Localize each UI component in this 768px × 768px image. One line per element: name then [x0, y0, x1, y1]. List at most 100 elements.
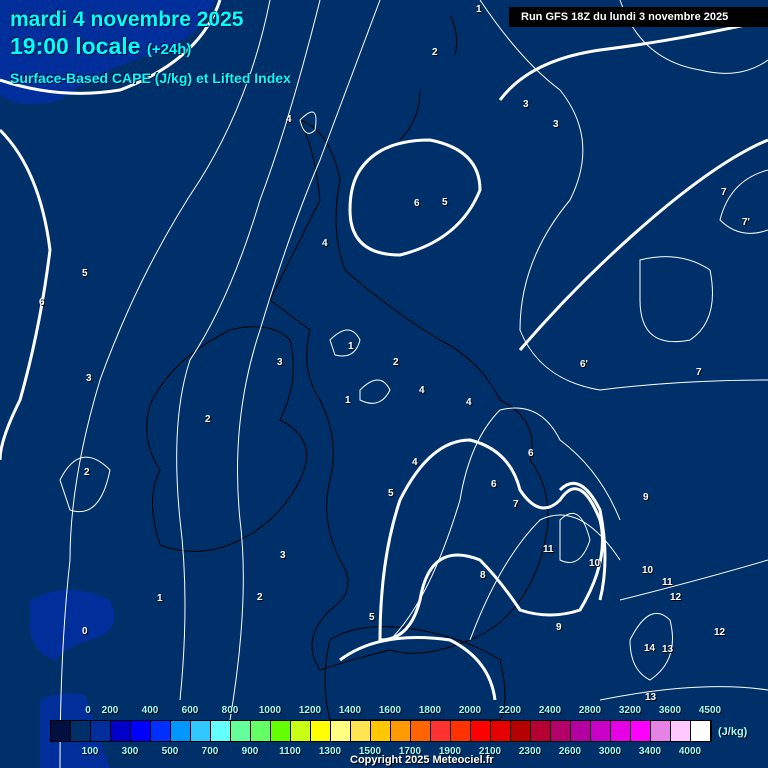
legend-color-box: [611, 721, 631, 741]
contour-label: 7: [696, 367, 702, 378]
contour-label: 4: [466, 397, 472, 408]
legend-color-box: [111, 721, 131, 741]
legend-color-box: [411, 721, 431, 741]
legend-color-box: [231, 721, 251, 741]
legend-color-box: [191, 721, 211, 741]
contour-label: 1: [345, 395, 351, 406]
legend-bottom-label: 3400: [638, 746, 662, 757]
contour-label: 2: [432, 47, 438, 58]
contour-label: 2: [393, 357, 399, 368]
legend-bottom-label: 2300: [518, 746, 542, 757]
legend-bottom-label: 4000: [678, 746, 702, 757]
legend-bottom-label: 3000: [598, 746, 622, 757]
contour-label: 6': [580, 359, 588, 370]
contour-label: 6: [528, 448, 534, 459]
legend-color-box: [651, 721, 671, 741]
contour-label: 2: [205, 414, 211, 425]
contour-label: 3: [277, 357, 283, 368]
contour-label: 7': [742, 217, 750, 228]
forecast-date: mardi 4 novembre 2025: [10, 8, 244, 31]
legend-color-box: [291, 721, 311, 741]
contour-label: 7: [721, 187, 727, 198]
contour-label: 5: [369, 612, 375, 623]
lead-time: (+24h): [146, 41, 192, 58]
legend-bottom-label: 900: [241, 746, 259, 757]
legend-color-box: [211, 721, 231, 741]
contour-label: 0: [82, 626, 88, 637]
local-time: 19:00 locale: [10, 33, 141, 59]
legend-top-label: 2800: [578, 705, 602, 716]
legend-unit: (J/kg): [718, 726, 748, 738]
contour-label: 9: [643, 492, 649, 503]
legend-color-box: [151, 721, 171, 741]
contour-label: 3: [523, 99, 529, 110]
legend-color-box: [271, 721, 291, 741]
contour-label: 10: [589, 558, 601, 569]
contour-label: 3: [553, 119, 559, 130]
legend-color-box: [571, 721, 591, 741]
contour-label: 1: [348, 341, 354, 352]
legend-color-box: [691, 721, 711, 741]
legend-top-label: 600: [181, 705, 199, 716]
contour-label: 13: [662, 644, 674, 655]
legend-color-box: [491, 721, 511, 741]
contour-label: 3: [280, 550, 286, 561]
legend-color-box: [131, 721, 151, 741]
contour-label: 4: [412, 457, 418, 468]
contour-label: 9: [556, 622, 562, 633]
legend-color-box: [531, 721, 551, 741]
contour-label: 7: [513, 499, 519, 510]
legend-bottom-label: 2600: [558, 746, 582, 757]
legend-color-box: [591, 721, 611, 741]
legend-top-label: 200: [101, 705, 119, 716]
legend-color-box: [391, 721, 411, 741]
legend-color-box: [671, 721, 691, 741]
contour-label: 4: [419, 385, 425, 396]
legend-color-box: [171, 721, 191, 741]
legend-bottom-label: 300: [121, 746, 139, 757]
legend-top-label: 1000: [258, 705, 282, 716]
contour-label: 6: [39, 297, 45, 308]
contour-label: 2: [257, 592, 263, 603]
contour-label: 5: [82, 268, 88, 279]
legend-top-label: 400: [141, 705, 159, 716]
legend-color-box: [51, 721, 71, 741]
legend-top-label: 3600: [658, 705, 682, 716]
legend-color-box: [351, 721, 371, 741]
contour-label: 5: [388, 488, 394, 499]
legend-bottom-label: 1300: [318, 746, 342, 757]
contour-label: 12: [714, 627, 726, 638]
copyright: Copyright 2025 Meteociel.fr: [350, 754, 494, 766]
contour-label: 4: [322, 238, 328, 249]
legend-top-label: 3200: [618, 705, 642, 716]
legend-bottom-label: 100: [81, 746, 99, 757]
parameter-title: Surface-Based CAPE (J/kg) et Lifted Inde…: [10, 70, 291, 86]
legend-color-box: [251, 721, 271, 741]
legend-top-label: 4500: [698, 705, 722, 716]
legend-top-label: 0: [85, 705, 91, 716]
cape-color-legend: [50, 720, 712, 742]
contour-label: 1: [476, 4, 482, 15]
legend-color-box: [331, 721, 351, 741]
contour-label: 8: [480, 570, 486, 581]
legend-color-box: [451, 721, 471, 741]
legend-color-box: [471, 721, 491, 741]
legend-bottom-label: 500: [161, 746, 179, 757]
contour-label: 4: [286, 114, 292, 125]
legend-top-label: 800: [221, 705, 239, 716]
legend-top-label: 1200: [298, 705, 322, 716]
legend-color-box: [91, 721, 111, 741]
legend-top-label: 1800: [418, 705, 442, 716]
legend-top-label: 2000: [458, 705, 482, 716]
contour-label: 11: [662, 577, 673, 588]
forecast-time: 19:00 locale (+24h): [10, 33, 191, 60]
legend-color-box: [71, 721, 91, 741]
legend-bottom-label: 700: [201, 746, 219, 757]
contour-label: 11: [543, 544, 554, 555]
legend-top-label: 2400: [538, 705, 562, 716]
legend-color-box: [431, 721, 451, 741]
legend-color-box: [551, 721, 571, 741]
contour-label: 13: [645, 692, 657, 703]
legend-top-label: 1400: [338, 705, 362, 716]
legend-bottom-label: 1100: [279, 746, 301, 757]
